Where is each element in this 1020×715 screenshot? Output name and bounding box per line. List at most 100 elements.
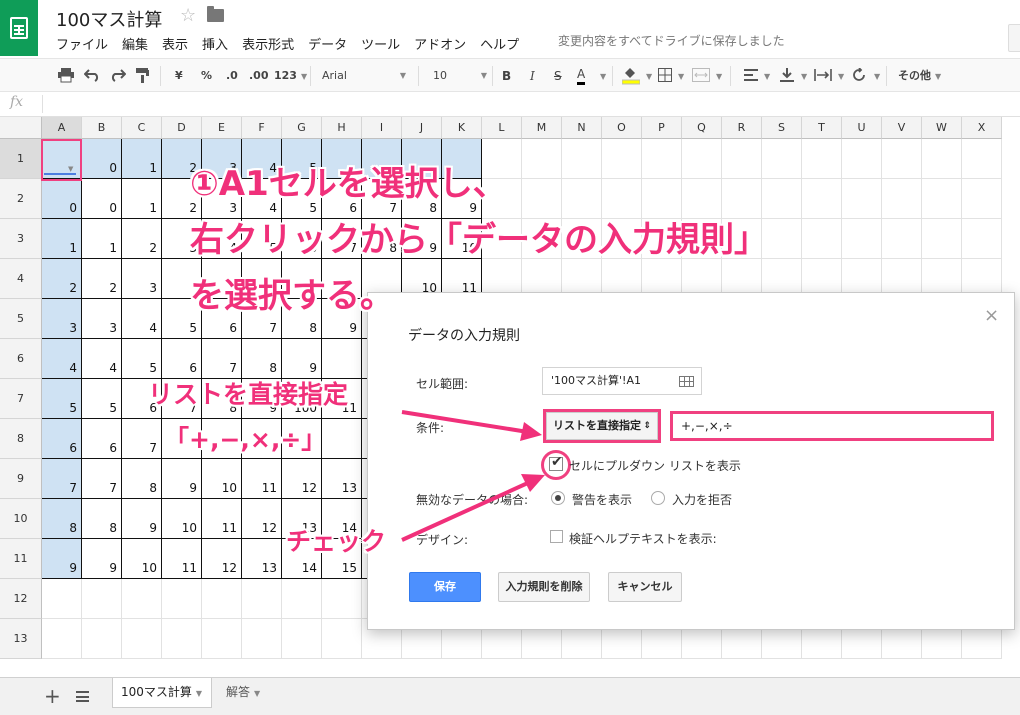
cell-f12[interactable] (242, 579, 282, 619)
cell-a12[interactable] (42, 579, 82, 619)
row-header-1[interactable]: 1 (0, 139, 42, 179)
text-rotation-icon[interactable] (852, 68, 866, 86)
cell-c4[interactable]: 3 (122, 259, 162, 299)
cell-e12[interactable] (202, 579, 242, 619)
column-header-k[interactable]: K (442, 117, 482, 139)
column-header-a[interactable]: A (42, 117, 82, 139)
chevron-down-icon[interactable]: ▼ (674, 67, 684, 85)
cell-c8[interactable]: 7 (122, 419, 162, 459)
fill-color-icon[interactable] (622, 67, 640, 85)
list-values-input[interactable]: +,−,×,÷ (670, 411, 994, 441)
column-header-n[interactable]: N (562, 117, 602, 139)
cell-a5[interactable]: 3 (42, 299, 82, 339)
cell-u1[interactable] (842, 139, 882, 179)
cell-h12[interactable] (322, 579, 362, 619)
column-header-w[interactable]: W (922, 117, 962, 139)
cell-b7[interactable]: 5 (82, 379, 122, 419)
cell-s1[interactable] (762, 139, 802, 179)
cell-h8[interactable] (322, 419, 362, 459)
cell-b1[interactable]: 0 (82, 139, 122, 179)
column-header-r[interactable]: R (722, 117, 762, 139)
column-header-v[interactable]: V (882, 117, 922, 139)
save-status[interactable]: 変更内容をすべてドライブに保存しました (558, 32, 785, 49)
column-header-i[interactable]: I (362, 117, 402, 139)
cell-a6[interactable]: 4 (42, 339, 82, 379)
merge-cells-icon[interactable] (692, 68, 710, 86)
column-header-f[interactable]: F (242, 117, 282, 139)
cell-r1[interactable] (722, 139, 762, 179)
cell-m1[interactable] (522, 139, 562, 179)
font-size-select[interactable]: 10 ▼ (433, 67, 487, 85)
cell-f11[interactable]: 13 (242, 539, 282, 579)
cell-b3[interactable]: 1 (82, 219, 122, 259)
row-header-4[interactable]: 4 (0, 259, 42, 299)
cell-a3[interactable]: 1 (42, 219, 82, 259)
cell-c11[interactable]: 10 (122, 539, 162, 579)
cell-v2[interactable] (882, 179, 922, 219)
cell-e9[interactable]: 10 (202, 459, 242, 499)
column-header-l[interactable]: L (482, 117, 522, 139)
cell-c3[interactable]: 2 (122, 219, 162, 259)
cell-e13[interactable] (202, 619, 242, 659)
column-header-s[interactable]: S (762, 117, 802, 139)
folder-icon[interactable] (207, 6, 224, 22)
cell-t3[interactable] (802, 219, 842, 259)
cell-a8[interactable]: 6 (42, 419, 82, 459)
row-header-8[interactable]: 8 (0, 419, 42, 459)
cell-b4[interactable]: 2 (82, 259, 122, 299)
cell-n1[interactable] (562, 139, 602, 179)
cell-q1[interactable] (682, 139, 722, 179)
cell-w2[interactable] (922, 179, 962, 219)
select-all-corner[interactable] (0, 117, 42, 139)
cell-b11[interactable]: 9 (82, 539, 122, 579)
cell-b6[interactable]: 4 (82, 339, 122, 379)
star-icon[interactable]: ☆ (180, 5, 196, 26)
cell-b12[interactable] (82, 579, 122, 619)
cell-g6[interactable]: 9 (282, 339, 322, 379)
cell-h6[interactable] (322, 339, 362, 379)
cell-h9[interactable]: 13 (322, 459, 362, 499)
row-header-10[interactable]: 10 (0, 499, 42, 539)
menu-addons[interactable]: アドオン (414, 34, 466, 53)
text-wrap-icon[interactable] (814, 69, 832, 87)
chevron-down-icon[interactable]: ▼ (642, 67, 652, 85)
cell-c13[interactable] (122, 619, 162, 659)
align-left-icon[interactable] (744, 69, 758, 87)
cell-e6[interactable]: 7 (202, 339, 242, 379)
column-header-u[interactable]: U (842, 117, 882, 139)
cell-a13[interactable] (42, 619, 82, 659)
menu-data[interactable]: データ (308, 34, 347, 53)
cell-c12[interactable] (122, 579, 162, 619)
cell-s3[interactable] (762, 219, 802, 259)
save-button[interactable]: 保存 (409, 572, 481, 602)
cell-b8[interactable]: 6 (82, 419, 122, 459)
cell-v3[interactable] (882, 219, 922, 259)
bold-button[interactable]: B (502, 67, 511, 85)
chevron-down-icon[interactable]: ▼ (596, 67, 606, 85)
account-area[interactable] (1008, 24, 1020, 52)
undo-icon[interactable] (84, 69, 100, 87)
row-header-3[interactable]: 3 (0, 219, 42, 259)
cell-b5[interactable]: 3 (82, 299, 122, 339)
cell-c9[interactable]: 8 (122, 459, 162, 499)
cell-g13[interactable] (282, 619, 322, 659)
cell-a9[interactable]: 7 (42, 459, 82, 499)
cell-u2[interactable] (842, 179, 882, 219)
menu-help[interactable]: ヘルプ (480, 34, 519, 53)
menu-file[interactable]: ファイル (56, 34, 108, 53)
cell-d13[interactable] (162, 619, 202, 659)
cell-s2[interactable] (762, 179, 802, 219)
close-icon[interactable]: × (984, 305, 999, 326)
chevron-down-icon[interactable]: ▼ (760, 67, 770, 85)
more-button[interactable]: その他 ▼ (898, 67, 941, 85)
row-header-11[interactable]: 11 (0, 539, 42, 579)
sheet-tab-100masu[interactable]: 100マス計算 ▼ (112, 678, 212, 708)
row-header-12[interactable]: 12 (0, 579, 42, 619)
cell-e10[interactable]: 11 (202, 499, 242, 539)
menu-view[interactable]: 表示 (162, 34, 188, 53)
cell-a10[interactable]: 8 (42, 499, 82, 539)
vertical-align-bottom-icon[interactable] (780, 68, 794, 86)
cell-b10[interactable]: 8 (82, 499, 122, 539)
cell-d11[interactable]: 11 (162, 539, 202, 579)
column-header-b[interactable]: B (82, 117, 122, 139)
